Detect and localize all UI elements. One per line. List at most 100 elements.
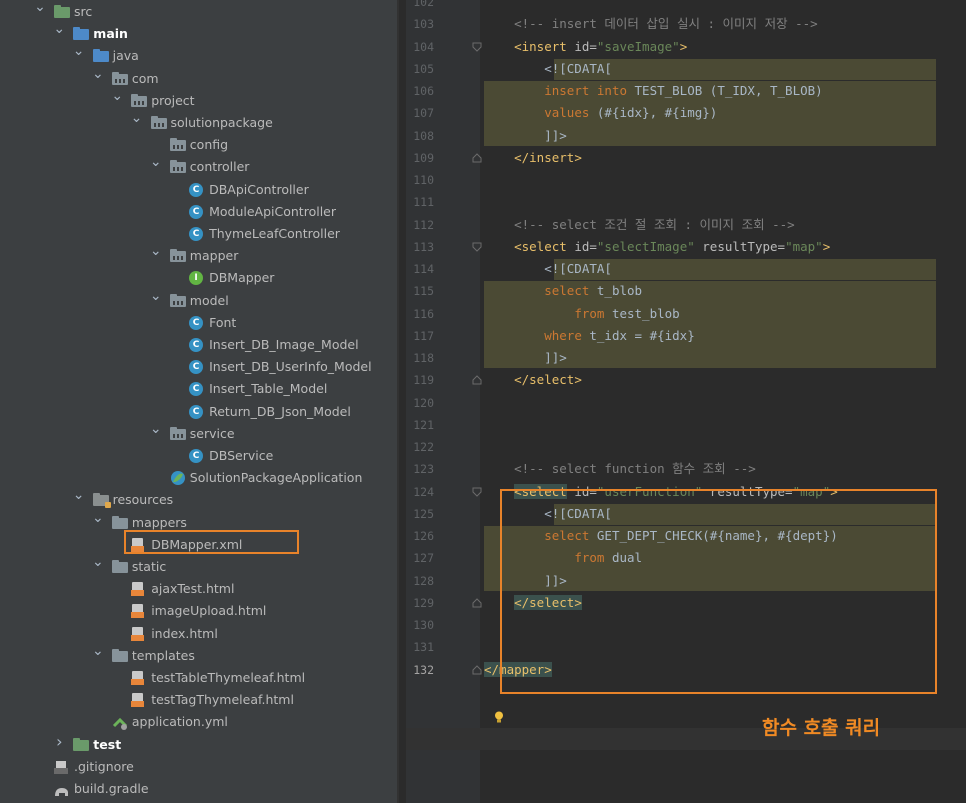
tree-item-controller[interactable]: ⌄ controller [0,155,397,178]
tree-item-testtablethymeleaf-html[interactable]: testTableThymeleaf.html [0,667,397,689]
chevron-down-icon[interactable]: ⌄ [92,511,104,525]
tree-item-application-yml[interactable]: application.yml [0,711,397,733]
chevron-down-icon[interactable]: ⌄ [34,0,46,14]
chevron-down-icon[interactable]: ⌄ [111,89,123,103]
fold-open-icon[interactable] [472,487,482,497]
code-token: > [679,38,688,54]
code-token: insert into [544,83,635,98]
code-token: id= [574,38,597,54]
tree-item-label: config [189,137,229,153]
class-icon: C [189,449,204,463]
line-number: 102 [413,0,434,9]
chevron-down-icon[interactable]: ⌄ [73,44,85,58]
tree-item-gitignore[interactable]: .gitignore [0,756,397,778]
chevron-down-icon[interactable]: ⌄ [150,155,162,169]
code-token: <![CDATA[ [484,60,612,76]
folder-icon [92,493,111,509]
tree-item-test[interactable]: › test [0,733,397,756]
tree-item-label: solutionpackage [170,115,273,130]
code-line: select t_blob [484,280,642,302]
tree-item-thymeleafcontroller[interactable]: C ThymeLeafController [0,223,397,245]
fold-open-icon[interactable] [472,42,482,52]
line-number: 131 [413,640,434,655]
chevron-down-icon[interactable]: ⌄ [92,644,104,658]
chevron-right-icon[interactable]: › [53,733,65,749]
tree-item-label: DBApiController [209,181,309,197]
line-number: 129 [413,595,434,610]
tree-item-config[interactable]: config [0,134,397,156]
chevron-down-icon[interactable]: ⌄ [150,244,162,258]
tree-item-insert-db-image-model[interactable]: C Insert_DB_Image_Model [0,334,397,356]
tree-item-solutionpackage[interactable]: ⌄ solutionpackage [0,111,397,134]
code-token: <![CDATA[ [484,261,612,276]
tree-item-index-html[interactable]: index.html [0,623,397,645]
tree-item-label: imageUpload.html [151,603,267,619]
folder-icon [92,49,109,63]
tree-item-dbmapper[interactable]: I DBMapper [0,267,397,289]
chevron-down-icon[interactable]: ⌄ [131,111,143,125]
tree-item-java[interactable]: ⌄ java [0,44,397,67]
tree-item-label: mappers [131,514,187,530]
tree-item-insert-table-model[interactable]: C Insert_Table_Model [0,378,397,400]
code-token: <!-- select 조건 절 조회 : 이미지 조회 --> [484,216,795,232]
chevron-down-icon[interactable]: ⌄ [150,422,162,436]
tree-item-build-gradle[interactable]: build.gradle [0,778,397,800]
project-tree-panel[interactable]: ⌄ src ⌄ main ⌄ java ⌄ com ⌄ project ⌄ solutionpacka… [0,0,397,803]
tree-item-service[interactable]: ⌄ service [0,422,397,445]
tree-item-mapper[interactable]: ⌄ mapper [0,244,397,267]
fold-open-icon[interactable] [472,242,482,252]
tree-item-solutionpackageapplication[interactable]: SolutionPackageApplication [0,467,397,489]
tree-item-project[interactable]: ⌄ project [0,89,397,112]
tree-item-dbservice[interactable]: C DBService [0,445,397,467]
tree-item-moduleapicontroller[interactable]: C ModuleApiController [0,201,397,223]
tree-item-src[interactable]: ⌄ src [0,0,397,23]
tree-item-label: SolutionPackageApplication [189,470,363,486]
fold-close-icon[interactable] [472,153,482,163]
line-number: 114 [413,262,434,276]
tree-item-ajaxtest-html[interactable]: ajaxTest.html [0,578,397,600]
code-token: "map" [785,238,823,254]
tree-item-static[interactable]: ⌄ static [0,555,397,578]
tree-item-imageupload-html[interactable]: imageUpload.html [0,600,397,622]
folder-icon [54,5,70,18]
line-number: 118 [413,351,434,365]
code-token: id= [574,238,597,254]
fold-close-icon[interactable] [472,664,482,675]
tree-item-templates[interactable]: ⌄ templates [0,644,397,667]
tree-item-insert-db-userinfo-model[interactable]: C Insert_DB_UserInfo_Model [0,356,397,378]
code-token: </select> [514,372,582,388]
line-number: 116 [413,306,434,321]
package-icon [169,160,186,174]
code-token: values [544,105,597,121]
code-line: <!-- select 조건 절 조회 : 이미지 조회 --> [484,214,795,236]
code-token: <!-- select function 함수 조회 --> [484,461,756,477]
code-token: TEST_BLOB (T_IDX, T_BLOB) [634,83,823,98]
lightbulb-icon[interactable] [494,708,504,723]
fold-close-icon[interactable] [472,598,482,608]
chevron-down-icon[interactable]: ⌄ [92,67,104,81]
tree-item-label: testTagThymeleaf.html [151,692,294,708]
fold-close-icon[interactable] [472,375,482,385]
tree-item-return-db-json-model[interactable]: C Return_DB_Json_Model [0,401,397,423]
line-number: 127 [413,551,434,566]
chevron-down-icon[interactable]: ⌄ [73,488,85,502]
tree-item-com[interactable]: ⌄ com [0,67,397,90]
chevron-down-icon[interactable]: ⌄ [92,555,104,569]
class-icon: C [189,404,204,419]
line-number: 132 [413,662,434,677]
chevron-down-icon[interactable]: ⌄ [150,289,162,303]
tree-item-font[interactable]: C Font [0,312,397,334]
chevron-down-icon[interactable]: ⌄ [53,22,65,36]
tree-item-model[interactable]: ⌄ model [0,289,397,312]
tree-item-label: Return_DB_Json_Model [209,403,351,419]
tree-item-resources[interactable]: ⌄ resources [0,488,397,511]
tree-item-label: model [189,292,229,308]
tree-item-main[interactable]: ⌄ main [0,22,397,45]
tree-item-testtagthymeleaf-html[interactable]: testTagThymeleaf.html [0,689,397,711]
line-number: 117 [413,328,434,343]
tree-item-dbapicontroller[interactable]: C DBApiController [0,179,397,201]
